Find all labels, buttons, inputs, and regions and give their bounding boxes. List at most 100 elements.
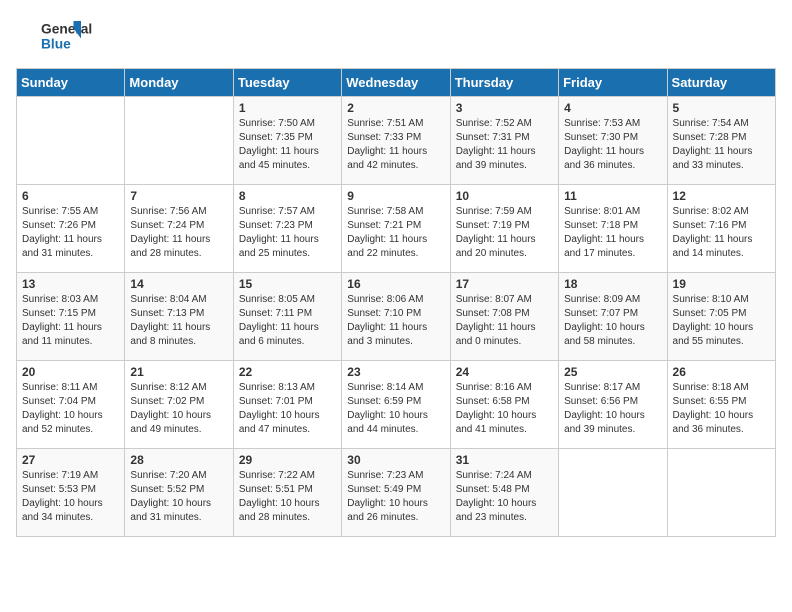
day-number: 26 — [673, 365, 770, 379]
calendar-cell: 27 Sunrise: 7:19 AMSunset: 5:53 PMDayligh… — [17, 449, 125, 537]
day-info: Sunrise: 8:05 AMSunset: 7:11 PMDaylight:… — [239, 293, 336, 349]
calendar-cell: 4Sunrise: 7:53 AMSunset: 7:30 PMDaylight… — [559, 97, 667, 185]
page-header: General Blue — [16, 16, 776, 56]
day-number: 12 — [673, 189, 770, 203]
day-number: 13 — [22, 277, 119, 291]
calendar-week-row: 27 Sunrise: 7:19 AMSunset: 5:53 PMDayligh… — [17, 449, 776, 537]
calendar-cell: 10 Sunrise: 7:59 AMSunset: 7:19 PMDayligh… — [450, 185, 558, 273]
calendar-cell: 29 Sunrise: 7:22 AMSunset: 5:51 PMDayligh… — [233, 449, 341, 537]
calendar-cell: 8 Sunrise: 7:57 AMSunset: 7:23 PMDaylight… — [233, 185, 341, 273]
day-number: 5 — [673, 101, 770, 115]
day-number: 18 — [564, 277, 661, 291]
day-info: Sunrise: 8:14 AMSunset: 6:59 PMDaylight:… — [347, 381, 444, 437]
calendar-cell: 24Sunrise: 8:16 AMSunset: 6:58 PMDayligh… — [450, 361, 558, 449]
calendar-table: SundayMondayTuesdayWednesdayThursdayFrid… — [16, 68, 776, 537]
day-number: 3 — [456, 101, 553, 115]
day-number: 14 — [130, 277, 227, 291]
calendar-cell: 23 Sunrise: 8:14 AMSunset: 6:59 PMDayligh… — [342, 361, 450, 449]
calendar-cell: 11 Sunrise: 8:01 AMSunset: 7:18 PMDayligh… — [559, 185, 667, 273]
day-info: Sunrise: 7:56 AMSunset: 7:24 PMDaylight:… — [130, 205, 227, 261]
day-number: 6 — [22, 189, 119, 203]
day-number: 15 — [239, 277, 336, 291]
day-number: 17 — [456, 277, 553, 291]
day-info: Sunrise: 7:22 AMSunset: 5:51 PMDaylight:… — [239, 469, 336, 525]
day-info: Sunrise: 8:13 AMSunset: 7:01 PMDaylight:… — [239, 381, 336, 437]
calendar-cell — [559, 449, 667, 537]
calendar-cell: 26 Sunrise: 8:18 AMSunset: 6:55 PMDayligh… — [667, 361, 775, 449]
calendar-cell: 13 Sunrise: 8:03 AMSunset: 7:15 PMDayligh… — [17, 273, 125, 361]
day-number: 8 — [239, 189, 336, 203]
day-number: 7 — [130, 189, 227, 203]
day-info: Sunrise: 8:10 AMSunset: 7:05 PMDaylight:… — [673, 293, 770, 349]
day-number: 1 — [239, 101, 336, 115]
day-info: Sunrise: 8:09 AMSunset: 7:07 PMDaylight:… — [564, 293, 661, 349]
calendar-cell: 2Sunrise: 7:51 AMSunset: 7:33 PMDaylight… — [342, 97, 450, 185]
svg-text:General: General — [41, 22, 92, 37]
calendar-cell: 25Sunrise: 8:17 AMSunset: 6:56 PMDayligh… — [559, 361, 667, 449]
calendar-cell: 19 Sunrise: 8:10 AMSunset: 7:05 PMDayligh… — [667, 273, 775, 361]
weekday-header-monday: Monday — [125, 69, 233, 97]
logo-icon: General Blue — [16, 16, 106, 56]
calendar-cell — [125, 97, 233, 185]
day-info: Sunrise: 7:55 AMSunset: 7:26 PMDaylight:… — [22, 205, 119, 261]
day-number: 19 — [673, 277, 770, 291]
day-info: Sunrise: 7:52 AMSunset: 7:31 PMDaylight:… — [456, 117, 553, 173]
weekday-header-wednesday: Wednesday — [342, 69, 450, 97]
calendar-cell: 14 Sunrise: 8:04 AMSunset: 7:13 PMDayligh… — [125, 273, 233, 361]
calendar-cell: 21 Sunrise: 8:12 AMSunset: 7:02 PMDayligh… — [125, 361, 233, 449]
day-number: 9 — [347, 189, 444, 203]
day-info: Sunrise: 8:02 AMSunset: 7:16 PMDaylight:… — [673, 205, 770, 261]
day-info: Sunrise: 8:16 AMSunset: 6:58 PMDaylight:… — [456, 381, 553, 437]
day-number: 16 — [347, 277, 444, 291]
day-info: Sunrise: 7:23 AMSunset: 5:49 PMDaylight:… — [347, 469, 444, 525]
day-number: 29 — [239, 453, 336, 467]
day-info: Sunrise: 8:12 AMSunset: 7:02 PMDaylight:… — [130, 381, 227, 437]
calendar-cell: 12 Sunrise: 8:02 AMSunset: 7:16 PMDayligh… — [667, 185, 775, 273]
weekday-header-row: SundayMondayTuesdayWednesdayThursdayFrid… — [17, 69, 776, 97]
day-info: Sunrise: 7:57 AMSunset: 7:23 PMDaylight:… — [239, 205, 336, 261]
calendar-cell: 9 Sunrise: 7:58 AMSunset: 7:21 PMDaylight… — [342, 185, 450, 273]
day-info: Sunrise: 7:58 AMSunset: 7:21 PMDaylight:… — [347, 205, 444, 261]
day-info: Sunrise: 8:06 AMSunset: 7:10 PMDaylight:… — [347, 293, 444, 349]
day-info: Sunrise: 7:24 AMSunset: 5:48 PMDaylight:… — [456, 469, 553, 525]
day-number: 20 — [22, 365, 119, 379]
day-info: Sunrise: 7:50 AMSunset: 7:35 PMDaylight:… — [239, 117, 336, 173]
weekday-header-thursday: Thursday — [450, 69, 558, 97]
calendar-cell: 5 Sunrise: 7:54 AMSunset: 7:28 PMDaylight… — [667, 97, 775, 185]
day-number: 21 — [130, 365, 227, 379]
calendar-week-row: 6 Sunrise: 7:55 AMSunset: 7:26 PMDaylight… — [17, 185, 776, 273]
calendar-cell: 22Sunrise: 8:13 AMSunset: 7:01 PMDayligh… — [233, 361, 341, 449]
calendar-cell: 31 Sunrise: 7:24 AMSunset: 5:48 PMDayligh… — [450, 449, 558, 537]
day-info: Sunrise: 8:03 AMSunset: 7:15 PMDaylight:… — [22, 293, 119, 349]
day-number: 27 — [22, 453, 119, 467]
day-number: 30 — [347, 453, 444, 467]
day-info: Sunrise: 7:59 AMSunset: 7:19 PMDaylight:… — [456, 205, 553, 261]
calendar-cell: 17Sunrise: 8:07 AMSunset: 7:08 PMDayligh… — [450, 273, 558, 361]
calendar-cell: 3 Sunrise: 7:52 AMSunset: 7:31 PMDaylight… — [450, 97, 558, 185]
calendar-cell — [667, 449, 775, 537]
day-info: Sunrise: 8:04 AMSunset: 7:13 PMDaylight:… — [130, 293, 227, 349]
calendar-cell — [17, 97, 125, 185]
calendar-week-row: 13 Sunrise: 8:03 AMSunset: 7:15 PMDayligh… — [17, 273, 776, 361]
day-info: Sunrise: 8:01 AMSunset: 7:18 PMDaylight:… — [564, 205, 661, 261]
day-info: Sunrise: 7:54 AMSunset: 7:28 PMDaylight:… — [673, 117, 770, 173]
day-info: Sunrise: 7:51 AMSunset: 7:33 PMDaylight:… — [347, 117, 444, 173]
weekday-header-sunday: Sunday — [17, 69, 125, 97]
calendar-cell: 1 Sunrise: 7:50 AMSunset: 7:35 PMDaylight… — [233, 97, 341, 185]
calendar-week-row: 20Sunrise: 8:11 AMSunset: 7:04 PMDayligh… — [17, 361, 776, 449]
day-info: Sunrise: 8:18 AMSunset: 6:55 PMDaylight:… — [673, 381, 770, 437]
day-number: 23 — [347, 365, 444, 379]
day-number: 11 — [564, 189, 661, 203]
day-number: 10 — [456, 189, 553, 203]
day-info: Sunrise: 7:20 AMSunset: 5:52 PMDaylight:… — [130, 469, 227, 525]
weekday-header-friday: Friday — [559, 69, 667, 97]
calendar-cell: 6 Sunrise: 7:55 AMSunset: 7:26 PMDaylight… — [17, 185, 125, 273]
day-number: 31 — [456, 453, 553, 467]
logo: General Blue — [16, 16, 106, 56]
calendar-cell: 15 Sunrise: 8:05 AMSunset: 7:11 PMDayligh… — [233, 273, 341, 361]
day-info: Sunrise: 7:19 AMSunset: 5:53 PMDaylight:… — [22, 469, 119, 525]
calendar-week-row: 1 Sunrise: 7:50 AMSunset: 7:35 PMDaylight… — [17, 97, 776, 185]
day-number: 4 — [564, 101, 661, 115]
day-number: 25 — [564, 365, 661, 379]
calendar-cell: 30 Sunrise: 7:23 AMSunset: 5:49 PMDayligh… — [342, 449, 450, 537]
